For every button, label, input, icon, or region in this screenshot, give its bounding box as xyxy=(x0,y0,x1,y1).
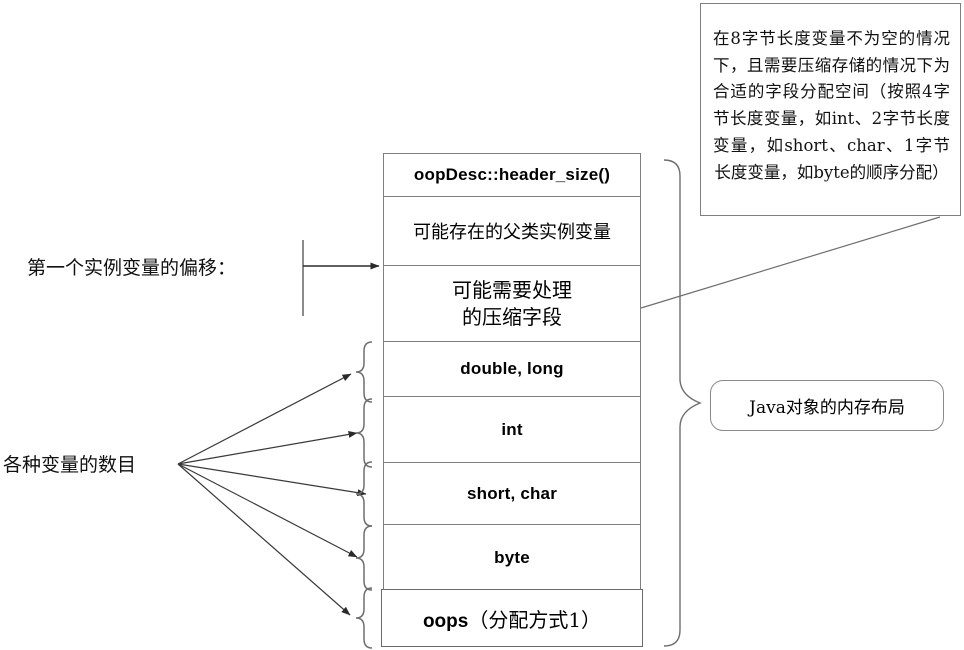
mem-row-int: int xyxy=(384,397,640,463)
fan-arrow-double-long xyxy=(177,373,352,465)
fan-arrow-int xyxy=(177,431,358,465)
big-right-brace xyxy=(663,159,702,647)
mem-row-oops-text: oops（分配方式1） xyxy=(423,604,601,633)
left-brace-int xyxy=(355,398,373,468)
mem-row-superclass-fields: 可能存在的父类实例变量 xyxy=(384,197,640,266)
mem-row-header-size: oopDesc::header_size() xyxy=(384,154,640,197)
mem-row-oops-suffix: （分配方式1） xyxy=(468,607,602,632)
note-leader-line xyxy=(640,216,941,309)
diagram-canvas: oopDesc::header_size() 可能存在的父类实例变量 可能需要处… xyxy=(0,0,964,650)
mem-row-double-long: double, long xyxy=(384,342,640,397)
caption-first-field-offset: 第一个实例变量的偏移： xyxy=(27,257,237,279)
left-brace-oops xyxy=(355,587,373,649)
mem-row-compressed-fields: 可能需要处理 的压缩字段 xyxy=(384,266,640,342)
left-brace-group xyxy=(355,341,373,649)
mem-row-short-char: short, char xyxy=(384,463,640,525)
mem-row-oops: oops（分配方式1） xyxy=(381,589,643,647)
mem-row-compressed-fields-line1: 可能需要处理 的压缩字段 xyxy=(452,277,572,329)
fan-arrow-short-char xyxy=(177,463,367,497)
fan-arrow-byte xyxy=(177,463,358,558)
left-brace-short-char xyxy=(355,461,373,527)
java-layout-callout: Java对象的内存布局 xyxy=(710,380,944,431)
left-brace-double-long xyxy=(355,341,373,403)
left-brace-byte xyxy=(355,525,373,591)
memory-layout-stack: oopDesc::header_size() 可能存在的父类实例变量 可能需要处… xyxy=(383,153,641,591)
compressed-fields-note: 在8字节长度变量不为空的情况下，且需要压缩存储的情况下为合适的字段分配空间（按照… xyxy=(700,3,961,216)
fan-arrow-oops xyxy=(177,463,351,616)
mem-row-byte: byte xyxy=(384,525,640,590)
mem-row-oops-prefix: oops xyxy=(422,610,469,632)
caption-variable-counts: 各种变量的数目 xyxy=(3,454,137,476)
